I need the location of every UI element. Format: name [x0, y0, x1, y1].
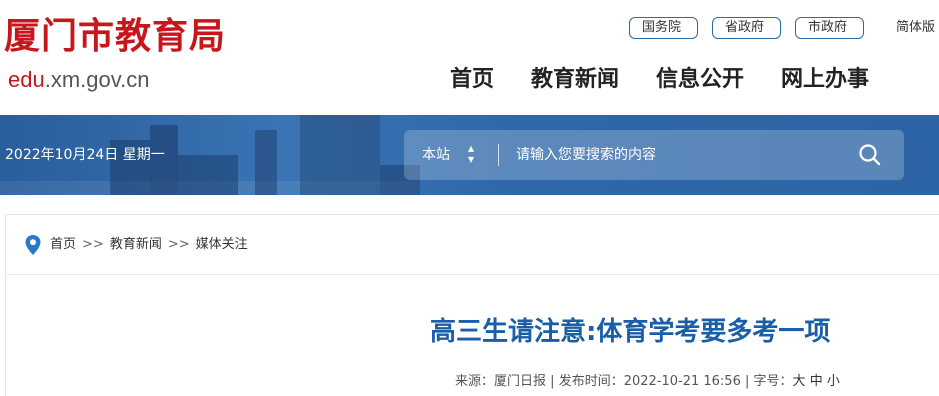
- site-header: 厦门市教育局 edu.xm.gov.cn 国务院 省政府 市政府 简体版 首页 …: [0, 0, 939, 115]
- publish-label: 发布时间：: [558, 374, 624, 389]
- nav-item-info-disclosure[interactable]: 信息公开: [656, 64, 744, 96]
- publish-time: 2022-10-21 16:56: [623, 374, 741, 389]
- font-size-small[interactable]: 小: [827, 374, 840, 389]
- banner-building: [255, 130, 277, 195]
- search-banner: 2022年10月24日 星期一 本站 ▴ ▾: [0, 115, 939, 195]
- site-logo-url[interactable]: edu.xm.gov.cn: [8, 66, 149, 94]
- breadcrumb-separator: >>: [167, 237, 190, 252]
- search-icon[interactable]: [857, 142, 883, 168]
- nav-item-online-services[interactable]: 网上办事: [781, 64, 869, 96]
- nav-item-home[interactable]: 首页: [450, 64, 494, 96]
- banner-building: [300, 115, 380, 195]
- location-pin-icon: [25, 235, 41, 255]
- breadcrumb-separator: >>: [82, 237, 104, 252]
- source-label: 来源：: [455, 374, 495, 389]
- site-logo-title[interactable]: 厦门市教育局: [4, 14, 226, 58]
- nav-item-education-news[interactable]: 教育新闻: [531, 64, 619, 96]
- breadcrumb-education-news[interactable]: 教育新闻: [110, 236, 162, 254]
- font-size-label: 字号：: [753, 374, 793, 389]
- main-nav: 首页 教育新闻 信息公开 网上办事: [450, 64, 869, 96]
- search-divider: [498, 144, 499, 166]
- breadcrumb-media-focus[interactable]: 媒体关注: [196, 236, 248, 254]
- gov-link-state-council[interactable]: 国务院: [629, 17, 698, 39]
- logo-url-prefix: edu: [8, 67, 45, 92]
- article-title: 高三生请注意:体育学考要多考一项: [430, 317, 831, 347]
- gov-link-city[interactable]: 市政府: [795, 17, 864, 39]
- gov-link-province[interactable]: 省政府: [712, 17, 781, 39]
- breadcrumb-home[interactable]: 首页: [50, 236, 76, 254]
- article-container: 首页 >> 教育新闻 >> 媒体关注 高三生请注意:体育学考要多考一项 来源：厦…: [5, 214, 939, 396]
- language-switch[interactable]: 简体版: [896, 19, 935, 37]
- logo-url-domain: .xm.gov.cn: [44, 67, 150, 92]
- current-date: 2022年10月24日 星期一: [5, 147, 165, 163]
- search-bar: 本站 ▴ ▾: [404, 130, 904, 180]
- sort-arrows-icon[interactable]: ▴ ▾: [468, 142, 474, 165]
- gov-links: 国务院 省政府 市政府: [629, 17, 864, 39]
- banner-building: [178, 155, 238, 195]
- search-scope-select[interactable]: 本站: [422, 146, 450, 164]
- font-size-medium[interactable]: 中: [810, 374, 823, 389]
- search-input[interactable]: [516, 143, 836, 167]
- breadcrumb-divider: [6, 274, 939, 275]
- article-meta: 来源：厦门日报 | 发布时间：2022-10-21 16:56 | 字号：大 中…: [455, 374, 840, 389]
- breadcrumb: 首页 >> 教育新闻 >> 媒体关注: [24, 233, 248, 257]
- article-source: 厦门日报: [494, 374, 547, 389]
- font-size-large[interactable]: 大: [793, 374, 806, 389]
